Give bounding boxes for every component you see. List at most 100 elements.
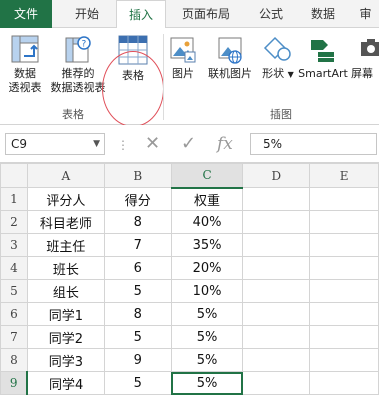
cell-c7[interactable]: 5% bbox=[170, 325, 244, 349]
row-header[interactable]: 5 bbox=[0, 279, 28, 303]
cell-a5[interactable]: 组长 bbox=[26, 279, 105, 303]
shapes-icon bbox=[263, 36, 291, 61]
table-row: 9 同学4 5 5% bbox=[0, 371, 379, 395]
cell-a8[interactable]: 同学3 bbox=[26, 348, 105, 372]
cell-d2[interactable] bbox=[242, 210, 311, 234]
cell-b6[interactable]: 8 bbox=[103, 302, 172, 326]
pictures-label: 图片 bbox=[172, 67, 194, 80]
insert-function-icon[interactable]: fx bbox=[217, 134, 233, 154]
cell-c1[interactable]: 权重 bbox=[170, 187, 244, 211]
shapes-button[interactable]: 形状 ▼ bbox=[259, 34, 297, 82]
pictures-button[interactable]: 图片 bbox=[165, 34, 201, 81]
cell-b3[interactable]: 7 bbox=[103, 233, 172, 257]
cell-c3[interactable]: 35% bbox=[170, 233, 244, 257]
row-header[interactable]: 4 bbox=[0, 256, 28, 280]
pivot-table-button[interactable]: 数据 透视表 bbox=[3, 34, 47, 95]
cell-b2[interactable]: 8 bbox=[103, 210, 172, 234]
cell-b5[interactable]: 5 bbox=[103, 279, 172, 303]
cell-e3[interactable] bbox=[309, 233, 379, 257]
cell-e4[interactable] bbox=[309, 256, 379, 280]
cell-c2[interactable]: 40% bbox=[170, 210, 244, 234]
cell-b4[interactable]: 6 bbox=[103, 256, 172, 280]
tab-file[interactable]: 文件 bbox=[0, 0, 52, 28]
cell-b8[interactable]: 9 bbox=[103, 348, 172, 372]
name-box-value: C9 bbox=[11, 137, 28, 151]
recommended-pivot-label-2: 数据透视表 bbox=[50, 81, 106, 94]
column-header-c[interactable]: C bbox=[170, 163, 244, 189]
formula-bar: C9 ▼ ⋮ ✕ ✓ fx 5% bbox=[0, 125, 379, 163]
name-box[interactable]: C9 ▼ bbox=[5, 133, 105, 155]
cancel-icon[interactable]: ✕ bbox=[145, 134, 160, 154]
column-header-a[interactable]: A bbox=[26, 163, 105, 188]
smartart-button[interactable]: SmartArt bbox=[297, 34, 349, 81]
recommended-pivot-button[interactable]: ? 推荐的 数据透视表 bbox=[46, 34, 110, 95]
tab-review[interactable]: 审 bbox=[352, 0, 379, 28]
cell-b7[interactable]: 5 bbox=[103, 325, 172, 349]
recommended-pivot-label-1: 推荐的 bbox=[61, 67, 95, 80]
cell-d4[interactable] bbox=[242, 256, 311, 280]
row-header[interactable]: 6 bbox=[0, 302, 28, 326]
smartart-icon bbox=[311, 40, 334, 62]
cell-d8[interactable] bbox=[242, 348, 311, 372]
cell-d5[interactable] bbox=[242, 279, 311, 303]
cell-e2[interactable] bbox=[309, 210, 379, 234]
cell-d9[interactable] bbox=[242, 371, 311, 395]
row-header[interactable]: 1 bbox=[0, 187, 28, 211]
cell-e7[interactable] bbox=[309, 325, 379, 349]
cell-a4[interactable]: 班长 bbox=[26, 256, 105, 280]
row-header[interactable]: 9 bbox=[0, 371, 29, 395]
row-header[interactable]: 7 bbox=[0, 325, 28, 349]
row-header[interactable]: 2 bbox=[0, 210, 28, 234]
online-pictures-button[interactable]: 联机图片 bbox=[202, 34, 258, 81]
tab-data[interactable]: 数据 bbox=[298, 0, 348, 28]
group-label-illustrations: 插图 bbox=[270, 108, 292, 121]
formula-bar-grip[interactable]: ⋮ bbox=[117, 138, 130, 152]
group-separator bbox=[163, 34, 164, 120]
column-header-e[interactable]: E bbox=[309, 163, 379, 188]
cell-b9[interactable]: 5 bbox=[103, 371, 172, 395]
cell-d7[interactable] bbox=[242, 325, 311, 349]
cell-c4[interactable]: 20% bbox=[170, 256, 244, 280]
cell-c8[interactable]: 5% bbox=[170, 348, 244, 372]
cell-b1[interactable]: 得分 bbox=[103, 187, 172, 211]
highlight-circle bbox=[102, 51, 164, 127]
pivot-table-icon bbox=[11, 35, 39, 63]
pivot-label-2: 透视表 bbox=[8, 81, 42, 94]
cell-d3[interactable] bbox=[242, 233, 311, 257]
cell-a9[interactable]: 同学4 bbox=[26, 371, 105, 395]
cell-e5[interactable] bbox=[309, 279, 379, 303]
chevron-down-icon[interactable]: ▼ bbox=[93, 134, 100, 154]
select-all-corner[interactable] bbox=[0, 163, 28, 188]
tab-home[interactable]: 开始 bbox=[58, 0, 116, 28]
cell-e6[interactable] bbox=[309, 302, 379, 326]
enter-icon[interactable]: ✓ bbox=[181, 134, 196, 154]
row-header[interactable]: 8 bbox=[0, 348, 28, 372]
tab-insert[interactable]: 插入 bbox=[116, 0, 166, 29]
chevron-down-icon: ▼ bbox=[287, 70, 294, 79]
cell-e8[interactable] bbox=[309, 348, 379, 372]
screenshot-button[interactable]: 屏幕 bbox=[351, 34, 379, 81]
tab-page-layout[interactable]: 页面布局 bbox=[166, 0, 246, 28]
online-picture-icon bbox=[218, 37, 242, 64]
cell-d6[interactable] bbox=[242, 302, 311, 326]
cell-c9[interactable]: 5% bbox=[170, 371, 244, 395]
table-row: 3 班主任 7 35% bbox=[0, 233, 379, 257]
column-header-b[interactable]: B bbox=[103, 163, 172, 188]
cell-c5[interactable]: 10% bbox=[170, 279, 244, 303]
cell-d1[interactable] bbox=[242, 187, 311, 211]
tab-formulas[interactable]: 公式 bbox=[246, 0, 296, 28]
column-header-d[interactable]: D bbox=[242, 163, 311, 188]
cell-c6[interactable]: 5% bbox=[170, 302, 244, 326]
table-row: 5 组长 5 10% bbox=[0, 279, 379, 303]
cell-a3[interactable]: 班主任 bbox=[26, 233, 105, 257]
cell-a7[interactable]: 同学2 bbox=[26, 325, 105, 349]
cell-e9[interactable] bbox=[309, 371, 379, 395]
cell-a2[interactable]: 科目老师 bbox=[26, 210, 105, 234]
cell-a6[interactable]: 同学1 bbox=[26, 302, 105, 326]
table-row: 7 同学2 5 5% bbox=[0, 325, 379, 349]
row-header[interactable]: 3 bbox=[0, 233, 28, 257]
cell-e1[interactable] bbox=[309, 187, 379, 211]
cell-a1[interactable]: 评分人 bbox=[26, 187, 105, 211]
table-row: 8 同学3 9 5% bbox=[0, 348, 379, 372]
formula-input[interactable]: 5% bbox=[250, 133, 377, 155]
